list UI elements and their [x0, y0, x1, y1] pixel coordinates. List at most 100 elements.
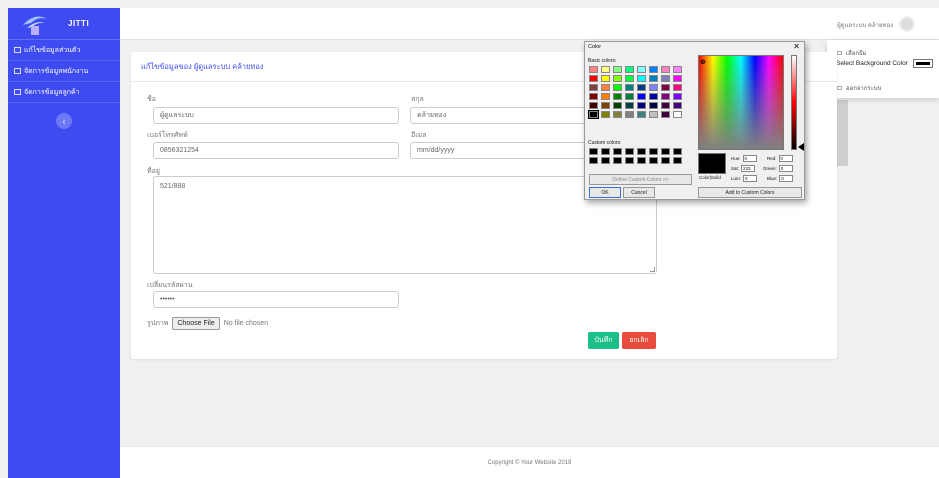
luminosity-slider[interactable]: [791, 55, 797, 150]
custom-color-swatch[interactable]: [673, 157, 682, 164]
dialog-cancel-button[interactable]: Cancel: [623, 187, 655, 198]
basic-color-swatch[interactable]: [625, 111, 634, 118]
dropdown-item-logout[interactable]: ออกจากระบบ: [837, 83, 881, 93]
basic-color-swatch[interactable]: [601, 75, 610, 82]
basic-color-swatch[interactable]: [649, 93, 658, 100]
basic-color-swatch[interactable]: [601, 84, 610, 91]
basic-color-swatch[interactable]: [588, 110, 599, 119]
basic-color-swatch[interactable]: [661, 66, 670, 73]
custom-color-swatch[interactable]: [613, 157, 622, 164]
cancel-button[interactable]: ยกเลิก: [622, 332, 656, 349]
basic-color-swatch[interactable]: [601, 111, 610, 118]
basic-color-swatch[interactable]: [673, 66, 682, 73]
custom-color-swatch[interactable]: [601, 157, 610, 164]
basic-color-swatch[interactable]: [601, 93, 610, 100]
basic-color-swatch[interactable]: [589, 93, 598, 100]
basic-color-swatch[interactable]: [649, 102, 658, 109]
lum-input[interactable]: 0: [743, 175, 758, 182]
basic-color-swatch[interactable]: [637, 93, 646, 100]
brand[interactable]: JITTI: [8, 8, 120, 40]
sidebar-item-employees[interactable]: จัดการข้อมูลพนักงาน: [8, 61, 120, 82]
blue-input[interactable]: 0: [779, 175, 794, 182]
basic-color-swatch[interactable]: [613, 84, 622, 91]
hue-input[interactable]: 0: [742, 155, 757, 162]
basic-color-swatch[interactable]: [625, 66, 634, 73]
basic-color-swatch[interactable]: [613, 93, 622, 100]
color-spectrum[interactable]: [698, 55, 784, 150]
basic-color-swatch[interactable]: [661, 93, 670, 100]
basic-color-swatch[interactable]: [613, 66, 622, 73]
basic-color-swatch[interactable]: [637, 75, 646, 82]
basic-color-swatch[interactable]: [589, 102, 598, 109]
basic-color-swatch[interactable]: [649, 75, 658, 82]
sat-input[interactable]: 233: [741, 165, 756, 172]
add-to-custom-colors-button[interactable]: Add to Custom Colors: [698, 187, 802, 198]
custom-color-swatch[interactable]: [613, 148, 622, 155]
luminosity-arrow-icon[interactable]: [798, 143, 804, 151]
basic-color-swatch[interactable]: [661, 75, 670, 82]
choose-file-button[interactable]: Choose File: [172, 317, 220, 330]
sidebar-item-profile[interactable]: แก้ไขข้อมูลส่วนตัว: [8, 40, 120, 61]
basic-color-swatch[interactable]: [649, 111, 658, 118]
basic-color-swatch[interactable]: [673, 93, 682, 100]
list-icon: [14, 68, 21, 74]
dropdown-item-theme[interactable]: เลือกธีม: [837, 48, 867, 58]
basic-color-swatch[interactable]: [673, 75, 682, 82]
green-input[interactable]: 0: [778, 165, 793, 172]
ok-button[interactable]: OK: [589, 187, 621, 198]
custom-color-swatch[interactable]: [649, 157, 658, 164]
basic-color-swatch[interactable]: [661, 102, 670, 109]
basic-color-swatch[interactable]: [613, 75, 622, 82]
basic-color-swatch[interactable]: [625, 93, 634, 100]
basic-color-swatch[interactable]: [625, 84, 634, 91]
sidebar-toggle-button[interactable]: ‹: [56, 113, 72, 129]
custom-color-swatch[interactable]: [661, 148, 670, 155]
basic-color-swatch[interactable]: [649, 66, 658, 73]
custom-color-swatch[interactable]: [637, 157, 646, 164]
last-name-input[interactable]: คล้ายทอง: [410, 107, 586, 124]
basic-color-swatch[interactable]: [589, 75, 598, 82]
custom-color-swatch[interactable]: [625, 148, 634, 155]
basic-color-swatch[interactable]: [601, 66, 610, 73]
basic-color-swatch[interactable]: [589, 66, 598, 73]
first-name-input[interactable]: ผู้ดูแลระบบ: [153, 107, 399, 124]
custom-color-swatch[interactable]: [673, 148, 682, 155]
custom-color-swatch[interactable]: [625, 157, 634, 164]
basic-color-swatch[interactable]: [673, 84, 682, 91]
basic-color-swatch[interactable]: [601, 102, 610, 109]
save-button[interactable]: บันทึก: [588, 332, 619, 349]
basic-color-swatch[interactable]: [625, 75, 634, 82]
basic-color-swatch[interactable]: [637, 66, 646, 73]
basic-color-swatch[interactable]: [673, 102, 682, 109]
custom-color-swatch[interactable]: [637, 148, 646, 155]
background-color-picker[interactable]: [913, 59, 933, 68]
basic-color-swatch[interactable]: [625, 102, 634, 109]
basic-color-swatch[interactable]: [589, 84, 598, 91]
basic-color-swatch[interactable]: [637, 84, 646, 91]
sidebar-item-customers[interactable]: จัดการข้อมูลลูกค้า: [8, 82, 120, 103]
custom-color-swatch[interactable]: [649, 148, 658, 155]
define-custom-colors-button[interactable]: Define Custom Colors >>: [589, 174, 692, 185]
custom-color-swatch[interactable]: [661, 157, 670, 164]
custom-color-swatch[interactable]: [589, 148, 598, 155]
address-textarea[interactable]: 521/888: [153, 176, 657, 274]
red-input[interactable]: 0: [778, 155, 793, 162]
basic-color-swatch[interactable]: [661, 84, 670, 91]
crosshair-icon[interactable]: ⊕: [700, 58, 706, 66]
basic-color-swatch[interactable]: [661, 111, 670, 118]
basic-color-swatch[interactable]: [613, 111, 622, 118]
password-input[interactable]: ••••••: [153, 291, 399, 308]
basic-color-swatch[interactable]: [673, 111, 682, 118]
custom-color-swatch[interactable]: [601, 148, 610, 155]
phone-input[interactable]: 0856321254: [153, 142, 399, 159]
avatar[interactable]: [899, 16, 915, 32]
close-icon[interactable]: ✕: [793, 42, 800, 51]
basic-color-swatch[interactable]: [637, 111, 646, 118]
email-input[interactable]: mm/dd/yyyy: [410, 142, 586, 159]
basic-color-swatch[interactable]: [637, 102, 646, 109]
basic-color-swatch[interactable]: [613, 102, 622, 109]
resize-handle-icon[interactable]: [650, 267, 655, 272]
basic-color-swatch[interactable]: [649, 84, 658, 91]
user-name[interactable]: ผู้ดูแลระบบ คล้ายทอง: [837, 20, 893, 30]
custom-color-swatch[interactable]: [589, 157, 598, 164]
